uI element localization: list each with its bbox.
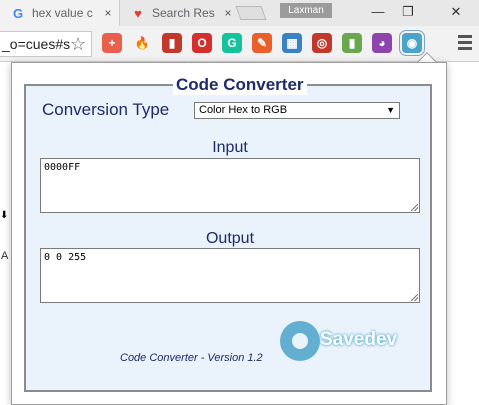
close-icon[interactable]: × — [102, 6, 114, 20]
adblock-extension-icon[interactable]: O — [192, 33, 212, 53]
address-bar[interactable]: _o=cues#s ☆ — [0, 31, 92, 57]
pencil-extension-icon[interactable]: ✎ — [252, 33, 272, 53]
close-window-icon[interactable]: ✕ — [446, 4, 466, 20]
tab-title: Search Res — [152, 6, 215, 20]
mic-extension-icon[interactable]: ▮ — [342, 33, 362, 53]
conversion-type-label: Conversion Type — [42, 100, 170, 119]
tab-hex-value[interactable]: G hex value c × — [0, 0, 120, 26]
output-label: Output — [205, 230, 255, 247]
popup-title: Code Converter — [173, 75, 307, 95]
code-converter-popup: Code Converter Conversion Type Color Hex… — [11, 62, 447, 405]
new-tab-button[interactable] — [235, 6, 267, 20]
input-value: 0000FF — [44, 162, 81, 173]
version-footer: Code Converter - Version 1.2 — [120, 352, 263, 364]
star-icon[interactable]: ☆ — [70, 32, 86, 56]
background-page-right — [447, 62, 479, 405]
restore-icon[interactable]: ❐ — [398, 4, 418, 20]
background-text-fragment: A — [1, 250, 9, 262]
savedev-logo-text: Savedev — [320, 329, 398, 350]
resize-grip-icon[interactable] — [411, 204, 418, 211]
tab-strip: G hex value c × ♥ Search Res × Laxman — … — [0, 0, 479, 26]
plus-extension-icon[interactable]: + — [102, 33, 122, 53]
minimize-icon[interactable]: — — [368, 4, 388, 19]
input-label: Input — [212, 139, 248, 156]
close-icon[interactable]: × — [222, 6, 234, 20]
background-page-left — [0, 62, 11, 405]
google-g-icon: G — [12, 5, 24, 21]
grammarly-extension-icon[interactable]: G — [222, 33, 242, 53]
address-text: _o=cues#s — [2, 36, 71, 52]
book-extension-icon[interactable]: ▮ — [162, 33, 182, 53]
tab-search-results[interactable]: ♥ Search Res × — [120, 0, 236, 26]
menu-icon[interactable] — [458, 35, 472, 53]
heart-icon: ♥ — [134, 5, 142, 21]
grid-extension-icon[interactable]: ▦ — [282, 33, 302, 53]
savedev-logo: Savedev — [280, 321, 420, 361]
resize-grip-icon[interactable] — [411, 294, 418, 301]
chevron-down-icon: ▼ — [386, 105, 395, 115]
savedev-extension-icon[interactable]: ◉ — [399, 30, 425, 56]
tab-title: hex value c — [32, 6, 93, 20]
conversion-type-select[interactable]: Color Hex to RGB ▼ — [194, 102, 400, 119]
output-value: 0 0 255 — [44, 252, 87, 263]
target-extension-icon[interactable]: ◎ — [312, 33, 332, 53]
browser-toolbar: _o=cues#s ☆ + 🔥 ▮ O G ✎ ▦ ◎ ▮ ◕ ◉ — [0, 26, 479, 62]
input-textarea[interactable]: 0000FF — [40, 158, 420, 213]
output-textarea[interactable]: 0 0 255 — [40, 248, 420, 303]
background-download-icon: ⬇ — [0, 210, 9, 221]
colorwheel-extension-icon[interactable]: ◕ — [372, 33, 392, 53]
conversion-type-value: Color Hex to RGB — [199, 104, 288, 116]
profile-name[interactable]: Laxman — [280, 3, 332, 18]
fire-extension-icon[interactable]: 🔥 — [132, 33, 152, 53]
